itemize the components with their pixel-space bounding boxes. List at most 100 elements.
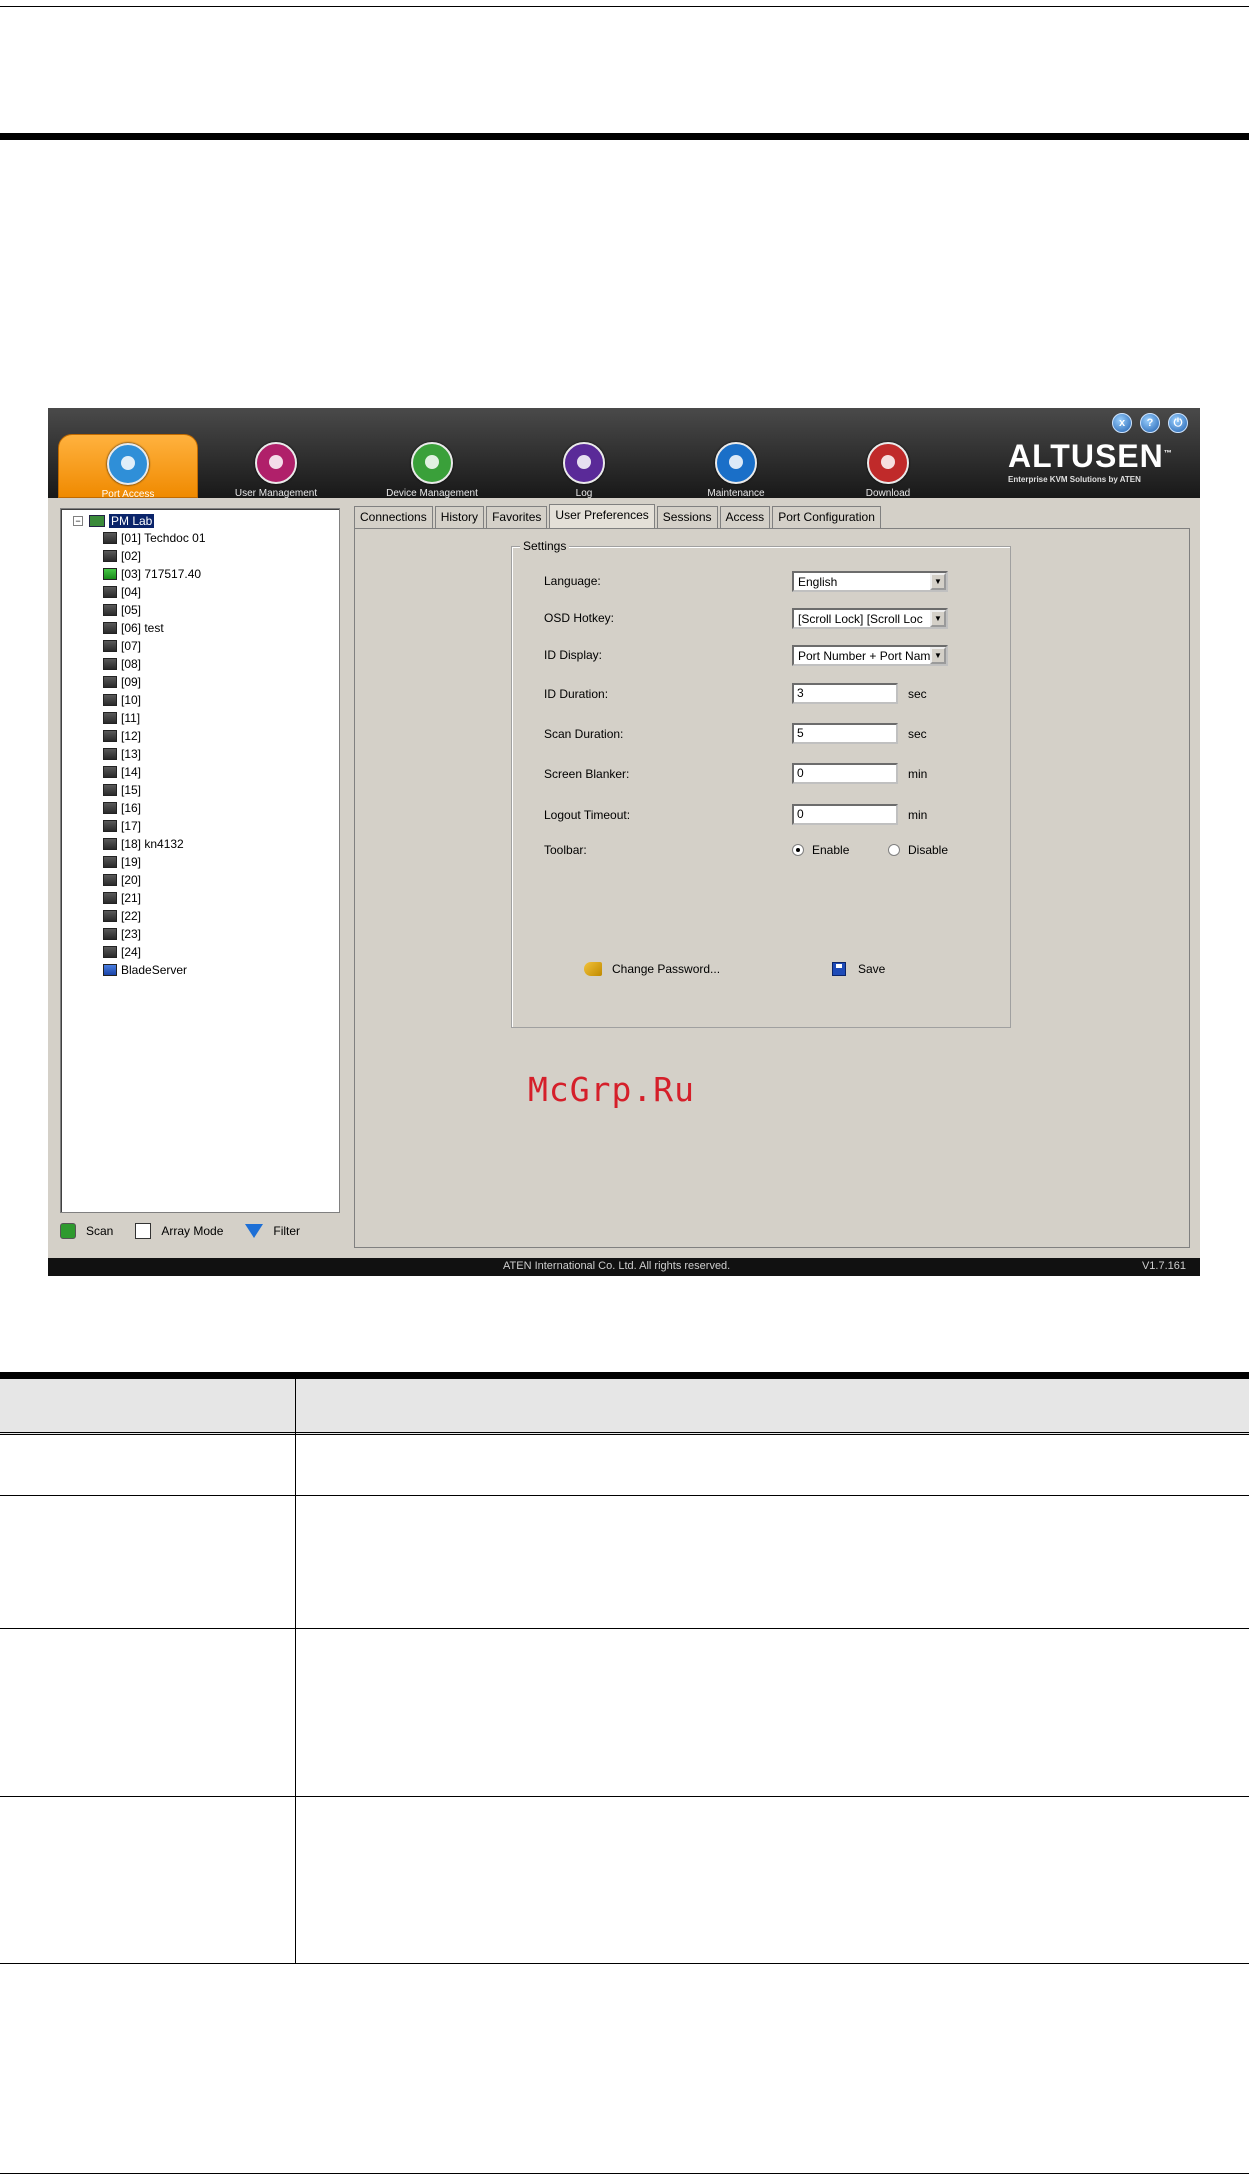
scan-duration-input[interactable]: 5 (792, 723, 898, 744)
tree-item[interactable]: [02] (103, 547, 206, 565)
help-icon[interactable]: ? (1140, 413, 1160, 433)
tree-item-label: [05] (121, 603, 142, 617)
tree-item-label: [17] (121, 819, 142, 833)
tree-item[interactable]: [21] (103, 889, 206, 907)
watermark: McGrp.Ru (528, 1070, 695, 1109)
osd-hotkey-select[interactable]: [Scroll Lock] [Scroll Loc ▼ (792, 608, 948, 629)
tree-item[interactable]: [11] (103, 709, 206, 727)
tree-item-label: [09] (121, 675, 142, 689)
logout-icon[interactable]: ⏻ (1168, 413, 1188, 433)
computer-icon (103, 910, 117, 922)
collapse-icon[interactable]: − (73, 515, 83, 526)
save-button[interactable]: Save (832, 962, 885, 976)
scan-button[interactable]: Scan (60, 1223, 113, 1239)
chevron-down-icon[interactable]: ▼ (930, 573, 946, 590)
tree-item[interactable]: BladeServer (103, 961, 206, 979)
id-display-label: ID Display: (544, 648, 603, 662)
tab-favorites[interactable]: Favorites (486, 506, 548, 530)
tree-item[interactable]: [04] (103, 583, 206, 601)
tree-item-label: [20] (121, 873, 142, 887)
change-password-label: Change Password... (612, 962, 721, 976)
computer-icon (103, 532, 117, 544)
tree-item-label: [15] (121, 783, 142, 797)
brand-name: ALTUSEN™ (1008, 438, 1173, 474)
tree-item-label: [19] (121, 855, 142, 869)
tree-item[interactable]: [12] (103, 727, 206, 745)
tree-item-label: [22] (121, 909, 142, 923)
tree-item[interactable]: [17] (103, 817, 206, 835)
tab-port-configuration[interactable]: Port Configuration (772, 506, 881, 530)
tab-history[interactable]: History (434, 506, 485, 530)
brand-tagline: Enterprise KVM Solutions by ATEN (1008, 475, 1141, 484)
filter-icon (245, 1224, 264, 1238)
computer-icon (103, 640, 117, 652)
logout-timeout-unit: min (908, 808, 928, 822)
id-duration-input[interactable]: 3 (792, 683, 898, 704)
tree-item-label: [21] (121, 891, 142, 905)
computer-icon (103, 892, 117, 904)
brand-logo: ALTUSEN™ Enterprise KVM Solutions by ATE… (1008, 438, 1188, 484)
tree-item-label: [11] (121, 711, 141, 725)
filter-button[interactable]: Filter (245, 1224, 300, 1238)
chevron-down-icon[interactable]: ▼ (930, 647, 946, 664)
tree-item-label: [06] test (121, 621, 164, 635)
tree-item[interactable]: [03] 717517.40 (103, 565, 206, 583)
tree-item[interactable]: [22] (103, 907, 206, 925)
tree-item[interactable]: [19] (103, 853, 206, 871)
tree-item[interactable]: [07] (103, 637, 206, 655)
nav-log[interactable]: Log (514, 434, 654, 499)
array-mode-button[interactable]: Array Mode (135, 1223, 223, 1239)
nav-download[interactable]: Download (818, 434, 958, 499)
computer-icon (103, 766, 117, 778)
tree-toolbar: Scan Array Mode Filter (60, 1216, 340, 1246)
tree-item-label: [18] kn4132 (121, 837, 184, 851)
tree-item-label: [03] 717517.40 (121, 567, 202, 581)
tree-item[interactable]: [16] (103, 799, 206, 817)
id-duration-unit: sec (908, 687, 927, 701)
logout-timeout-input[interactable]: 0 (792, 804, 898, 825)
tree-item[interactable]: [23] (103, 925, 206, 943)
port-tree-panel[interactable]: − PM Lab [01] Techdoc 01 [02] [03] 717517.… (60, 508, 340, 1213)
tree-item[interactable]: [15] (103, 781, 206, 799)
toolbar-enable-radio[interactable]: Enable (792, 843, 849, 857)
tree-item[interactable]: [06] test (103, 619, 206, 637)
computer-icon (103, 622, 117, 634)
log-icon (563, 442, 605, 484)
save-label: Save (858, 962, 886, 976)
tree-root[interactable]: − PM Lab (73, 513, 155, 528)
computer-icon (103, 712, 117, 724)
tab-connections[interactable]: Connections (354, 506, 433, 530)
tree-item[interactable]: [08] (103, 655, 206, 673)
nav-maintenance[interactable]: Maintenance (666, 434, 806, 499)
nav-device-management[interactable]: Device Management (362, 434, 502, 499)
screen-blanker-input[interactable]: 0 (792, 763, 898, 784)
change-password-button[interactable]: Change Password... (584, 962, 720, 976)
id-display-select[interactable]: Port Number + Port Nam ▼ (792, 645, 948, 666)
floppy-disk-icon (832, 962, 846, 976)
tab-access[interactable]: Access (719, 506, 771, 530)
tree-item-label: [16] (121, 801, 142, 815)
computer-icon (103, 586, 117, 598)
close-window-icon[interactable]: x (1112, 413, 1132, 433)
nav-user-management[interactable]: User Management (206, 434, 346, 499)
tree-item[interactable]: [09] (103, 673, 206, 691)
toolbar-disable-radio[interactable]: Disable (888, 843, 948, 857)
array-mode-icon (135, 1223, 152, 1239)
language-select[interactable]: English ▼ (792, 571, 948, 592)
tree-item-label: [13] (121, 747, 142, 761)
blade-server-icon (103, 964, 117, 976)
chevron-down-icon[interactable]: ▼ (930, 610, 946, 627)
tree-item[interactable]: [13] (103, 745, 206, 763)
tab-sessions[interactable]: Sessions (656, 506, 718, 530)
tree-item[interactable]: [18] kn4132 (103, 835, 206, 853)
tree-item[interactable]: [20] (103, 871, 206, 889)
tree-item[interactable]: [05] (103, 601, 206, 619)
tab-user-preferences[interactable]: User Preferences (549, 504, 655, 528)
computer-icon (103, 820, 117, 832)
tree-item[interactable]: [01] Techdoc 01 (103, 529, 206, 547)
version-text: V1.7.161 (1141, 1260, 1186, 1272)
tree-item[interactable]: [24] (103, 943, 206, 961)
tree-item[interactable]: [14] (103, 763, 206, 781)
nav-port-access[interactable]: Port Access (58, 434, 198, 500)
tree-item[interactable]: [10] (103, 691, 206, 709)
